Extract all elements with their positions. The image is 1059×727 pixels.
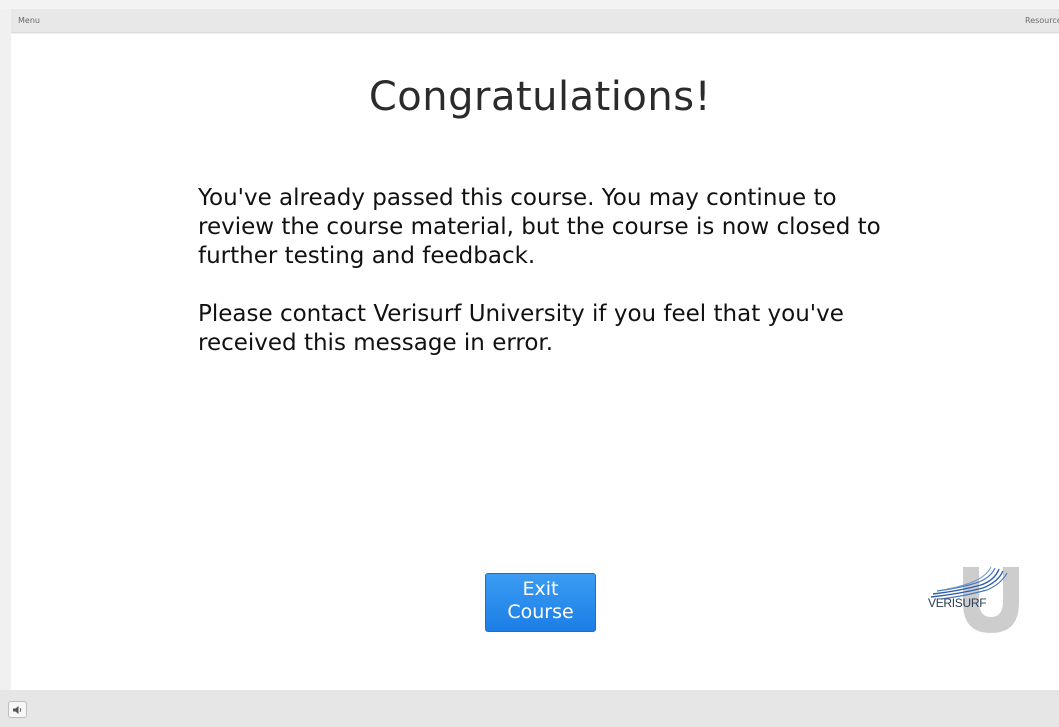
message-paragraph-passed: You've already passed this course. You m… xyxy=(198,185,881,269)
player-frame: Menu Resources Congratulations! You've a… xyxy=(0,0,1059,727)
exit-course-button[interactable]: Exit Course xyxy=(485,573,596,632)
resources-tab[interactable]: Resources xyxy=(1025,16,1059,25)
logo-brand-text: VERISURF xyxy=(928,596,987,610)
slide-content: Congratulations! You've already passed t… xyxy=(11,34,1059,690)
player-tab-bar: Menu Resources xyxy=(11,9,1059,33)
speaker-icon xyxy=(13,706,22,714)
exit-button-label-line-1: Exit xyxy=(522,578,559,600)
message-body: You've already passed this course. You m… xyxy=(198,184,898,387)
top-strip xyxy=(0,0,1059,9)
player-control-bar xyxy=(0,690,1059,727)
message-paragraph-contact: Please contact Verisurf University if yo… xyxy=(198,301,844,356)
slide-title: Congratulations! xyxy=(368,74,712,120)
menu-tab[interactable]: Menu xyxy=(18,16,40,25)
volume-button[interactable] xyxy=(8,701,27,718)
exit-button-label-line-2: Course xyxy=(507,601,574,623)
verisurf-university-logo: VERISURF xyxy=(919,561,1023,635)
